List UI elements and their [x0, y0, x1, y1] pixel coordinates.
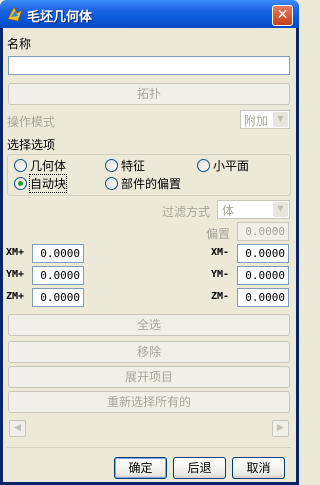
ok-button[interactable]: 确定 — [114, 457, 167, 479]
name-label: 名称 — [7, 37, 32, 51]
filter-label: 过滤方式 — [162, 205, 211, 219]
offset-input[interactable]: 0.0000 — [237, 222, 289, 241]
dialog-window: 毛坯几何体 ✕ 名称 拓扑 操作模式 附加 ▼ 选择选项 几何体 特征 小平面 … — [0, 0, 299, 485]
filter-select[interactable]: 体 ▼ — [217, 200, 290, 219]
dialog-body: 名称 拓扑 操作模式 附加 ▼ 选择选项 几何体 特征 小平面 自动块 部件的偏… — [3, 28, 296, 482]
operation-mode-select[interactable]: 附加 ▼ — [240, 110, 290, 129]
footer-divider — [7, 447, 291, 448]
operation-mode-label: 操作模式 — [7, 115, 56, 129]
topology-button[interactable]: 拓扑 — [8, 83, 290, 105]
close-button[interactable]: ✕ — [272, 5, 293, 26]
zm-plus-label: ZM+ — [6, 291, 25, 302]
radio-facet[interactable] — [197, 159, 210, 172]
xm-plus-input[interactable]: 0.0000 — [32, 244, 84, 263]
scroll-right-button[interactable]: ▶ — [272, 420, 289, 437]
cancel-button[interactable]: 取消 — [232, 457, 285, 479]
radio-geometry-label[interactable]: 几何体 — [30, 157, 66, 174]
operation-mode-value: 附加 — [244, 114, 269, 128]
reselect-all-button[interactable]: 重新选择所有的 — [8, 391, 290, 413]
chevron-down-icon: ▼ — [273, 112, 288, 127]
radio-auto-block-label[interactable]: 自动块 — [28, 174, 68, 193]
ym-minus-input[interactable]: 0.0000 — [237, 266, 289, 285]
radio-auto-block[interactable] — [14, 177, 27, 190]
app-icon — [7, 6, 23, 22]
radio-part-offset-label[interactable]: 部件的偏置 — [121, 175, 181, 192]
remove-button[interactable]: 移除 — [8, 341, 290, 363]
xm-plus-label: XM+ — [6, 247, 25, 258]
select-all-button[interactable]: 全选 — [8, 314, 290, 336]
radio-geometry[interactable] — [14, 159, 27, 172]
chevron-down-icon: ▼ — [273, 202, 288, 217]
radio-facet-label[interactable]: 小平面 — [213, 157, 249, 174]
name-input[interactable] — [8, 56, 290, 75]
zm-minus-label: ZM- — [211, 291, 230, 302]
right-arrow-icon: ▶ — [277, 423, 284, 433]
scroll-left-button[interactable]: ◀ — [9, 420, 26, 437]
left-arrow-icon: ◀ — [14, 423, 21, 433]
offset-label: 偏置 — [206, 227, 231, 241]
zm-minus-input[interactable]: 0.0000 — [237, 288, 289, 307]
filter-value: 体 — [222, 204, 235, 218]
xm-minus-label: XM- — [211, 247, 230, 258]
close-icon: ✕ — [276, 7, 289, 23]
radio-part-offset[interactable] — [105, 177, 118, 190]
radio-feature[interactable] — [105, 159, 118, 172]
back-button[interactable]: 后退 — [173, 457, 226, 479]
zm-plus-input[interactable]: 0.0000 — [32, 288, 84, 307]
radio-feature-label[interactable]: 特征 — [121, 157, 145, 174]
window-title: 毛坯几何体 — [27, 10, 93, 25]
xm-minus-input[interactable]: 0.0000 — [237, 244, 289, 263]
expand-items-button[interactable]: 展开项目 — [8, 366, 290, 388]
title-bar[interactable]: 毛坯几何体 ✕ — [0, 0, 299, 28]
ym-plus-input[interactable]: 0.0000 — [32, 266, 84, 285]
ym-minus-label: YM- — [211, 269, 230, 280]
ym-plus-label: YM+ — [6, 269, 25, 280]
selection-options-label: 选择选项 — [7, 138, 56, 152]
